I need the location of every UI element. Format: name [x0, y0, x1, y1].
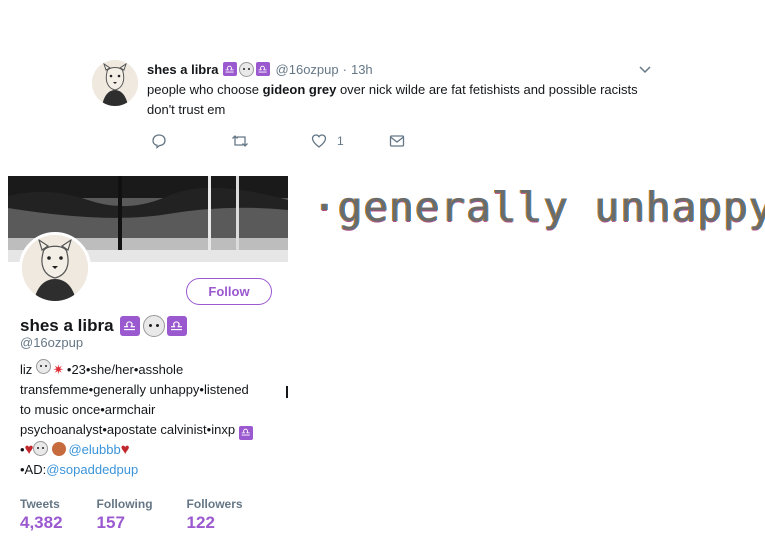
libra-icon: ♎	[119, 316, 140, 336]
profile-handle[interactable]: @16ozpup	[20, 335, 83, 350]
profile-avatar[interactable]	[19, 232, 91, 304]
tweet-timestamp[interactable]: 13h	[351, 62, 373, 77]
libra-icon: ♎	[222, 62, 237, 76]
tweet-text-bold: gideon grey	[262, 82, 337, 97]
profile-card: Follow shes a libra ♎ ♎ @16ozpup liz ✷ •2…	[8, 176, 288, 554]
dog-face-icon	[238, 61, 254, 77]
bio-mention-link[interactable]: @sopaddedpup	[46, 462, 138, 477]
dog-face-icon	[142, 315, 165, 337]
reply-icon	[152, 134, 166, 149]
reply-button[interactable]	[151, 132, 167, 150]
bio-text: •23•she/her•asshole	[66, 362, 184, 377]
bio-mention-link[interactable]: @elubbb	[68, 442, 120, 457]
like-icon	[311, 134, 327, 148]
heart-icon: ♥	[24, 441, 34, 458]
profile-bio: liz ✷ •23•she/her•asshole transfemme•gene…	[20, 359, 290, 480]
like-count: 1	[337, 134, 344, 148]
direct-message-button[interactable]	[389, 132, 405, 150]
bio-line: liz ✷ •23•she/her•asshole	[20, 359, 290, 380]
tweet-avatar[interactable]	[92, 60, 138, 106]
dog-face-icon	[35, 359, 51, 374]
bio-line: transfemme•generally unhappy•listened	[20, 382, 249, 397]
bio-line: psychoanalyst•apostate calvinist•inxp ♎	[20, 420, 290, 440]
like-button[interactable]: 1	[311, 132, 344, 150]
stat-followers[interactable]: Followers 122	[187, 497, 243, 533]
profile-name[interactable]: shes a libra	[20, 316, 114, 336]
libra-icon: ♎	[255, 62, 270, 76]
dog-face-icon	[33, 441, 49, 456]
stat-value: 4,382	[20, 513, 63, 532]
meta-separator: ·	[342, 61, 347, 77]
chevron-down-icon[interactable]	[638, 62, 652, 76]
follow-button[interactable]: Follow	[186, 278, 272, 305]
bio-line: •♥ @elubbb♥	[20, 440, 290, 460]
tweet-author-handle[interactable]: @16ozpup	[276, 62, 339, 77]
tweet-text-part: people who choose	[147, 82, 263, 97]
libra-icon: ♎	[166, 316, 187, 336]
bear-icon	[52, 442, 67, 456]
bio-text: psychoanalyst•apostate calvinist•inxp	[20, 422, 236, 437]
bio-text: •AD:	[20, 462, 47, 477]
bio-line: to music once•armchair	[20, 402, 156, 417]
tweet-actions: 1	[147, 132, 447, 150]
stat-label: Following	[96, 497, 153, 511]
heart-icon: ♥	[120, 441, 130, 458]
tweet: shes a libra ♎ ♎ @16ozpup · 13h people w…	[0, 0, 765, 165]
profile-name-row: shes a libra ♎ ♎	[20, 315, 190, 337]
profile-stats: Tweets 4,382 Following 157 Followers 122	[20, 497, 277, 533]
bio-line: •AD:@sopaddedpup	[20, 460, 290, 480]
stat-value: 157	[96, 513, 125, 532]
retweet-button[interactable]	[231, 132, 249, 150]
retweet-icon	[232, 135, 248, 147]
zoomed-text-overlay: ·generally unhappy	[312, 183, 765, 231]
tweet-text: people who choose gideon grey over nick …	[147, 80, 647, 120]
anger-icon: ✷	[52, 362, 64, 377]
stat-label: Followers	[186, 497, 243, 511]
stat-following[interactable]: Following 157	[97, 497, 153, 533]
tweet-author-name[interactable]: shes a libra	[147, 62, 219, 77]
stat-label: Tweets	[20, 497, 60, 511]
text-cursor	[286, 386, 288, 398]
message-icon	[389, 135, 405, 147]
stat-tweets[interactable]: Tweets 4,382	[20, 497, 63, 533]
stat-value: 122	[186, 513, 215, 532]
libra-icon: ♎	[238, 425, 253, 440]
tweet-header: shes a libra ♎ ♎ @16ozpup · 13h	[147, 60, 373, 78]
bio-text: liz	[20, 362, 36, 377]
